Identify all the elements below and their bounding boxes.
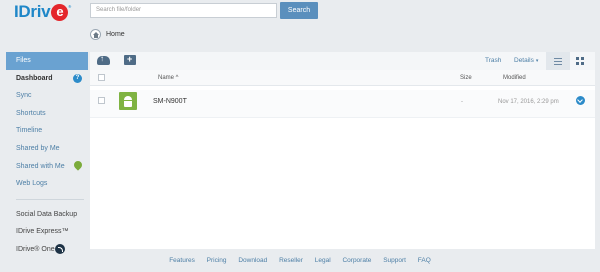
trash-link[interactable]: Trash	[485, 57, 501, 64]
logo-e-mark: e	[51, 4, 69, 21]
sidebar-item-idrive-express[interactable]: IDrive Express™	[6, 223, 88, 241]
sidebar-item-files[interactable]: Files	[6, 52, 88, 70]
column-name[interactable]: Name ^	[158, 75, 179, 81]
android-device-icon	[119, 92, 137, 110]
list-view-icon[interactable]	[546, 52, 570, 70]
footer-link-legal[interactable]: Legal	[315, 257, 331, 264]
sidebar-item-label: Files	[16, 57, 31, 64]
grid-cell	[576, 62, 579, 65]
sidebar-item-label: IDrive® One	[16, 245, 55, 253]
footer: Features Pricing Download Reseller Legal…	[0, 257, 600, 264]
rss-icon[interactable]	[55, 243, 65, 254]
column-size[interactable]: Size	[460, 75, 472, 81]
sidebar-item-label: Sync	[16, 92, 32, 100]
sidebar-item-label: Dashboard	[16, 74, 53, 82]
android-head	[124, 96, 132, 100]
sidebar-item-label: Shared with Me	[16, 162, 65, 170]
sidebar-item-label: Shared by Me	[16, 144, 60, 152]
grid-cell	[576, 57, 579, 60]
pin-icon	[72, 158, 84, 171]
footer-link-corporate[interactable]: Corporate	[342, 257, 371, 264]
sidebar-item-idrive-one[interactable]: IDrive® One	[6, 241, 88, 259]
sidebar-item-shortcuts[interactable]: Shortcuts	[6, 105, 88, 123]
chevron-down-icon: ▾	[535, 58, 539, 64]
sidebar-item-label: Timeline	[16, 127, 43, 135]
sidebar-item-shared-by-me[interactable]: Shared by Me	[6, 140, 88, 158]
details-label: Details	[514, 57, 534, 64]
file-size: -	[461, 99, 463, 105]
sidebar-item-label: IDrive Express™	[16, 228, 69, 236]
file-modified: Nov 17, 2016, 2:29 pm	[498, 99, 559, 105]
list-line	[554, 64, 562, 65]
search-button[interactable]: Search	[280, 2, 318, 19]
sidebar-item-sync[interactable]: Sync	[6, 87, 88, 105]
footer-link-support[interactable]: Support	[383, 257, 406, 264]
footer-link-reseller[interactable]: Reseller	[279, 257, 303, 264]
android-body	[124, 101, 132, 107]
list-line	[554, 61, 562, 62]
footer-link-faq[interactable]: FAQ	[418, 257, 431, 264]
grid-view-icon[interactable]	[576, 57, 584, 65]
sidebar-item-social-data-backup[interactable]: Social Data Backup	[6, 206, 88, 224]
logo-registered-mark: ®	[68, 4, 71, 9]
sidebar-item-timeline[interactable]: Timeline	[6, 122, 88, 140]
home-icon[interactable]	[90, 29, 101, 40]
search-input[interactable]: Search file/folder	[90, 3, 277, 18]
sidebar-item-dashboard[interactable]: Dashboard ?	[6, 70, 88, 88]
list-line	[554, 58, 562, 59]
idrive-logo[interactable]: IDriv e ®	[14, 2, 71, 22]
details-dropdown[interactable]: Details ▾	[514, 57, 538, 64]
sidebar-item-shared-with-me[interactable]: Shared with Me	[6, 158, 88, 176]
footer-link-features[interactable]: Features	[169, 257, 195, 264]
help-icon[interactable]: ?	[73, 73, 82, 83]
footer-link-download[interactable]: Download	[238, 257, 267, 264]
select-all-checkbox[interactable]	[98, 74, 105, 81]
upload-icon[interactable]	[97, 54, 110, 65]
row-checkbox[interactable]	[98, 97, 105, 104]
sidebar-item-label: Web Logs	[16, 180, 48, 188]
file-panel: Trash Details▾ Name ^ Size Modified SM-N…	[90, 52, 595, 249]
column-modified[interactable]: Modified	[503, 75, 526, 81]
breadcrumb-home[interactable]: Home	[106, 31, 125, 38]
table-header: Name ^ Size Modified	[90, 70, 595, 86]
file-name[interactable]: SM-N900T	[153, 98, 187, 105]
footer-link-pricing[interactable]: Pricing	[207, 257, 227, 264]
grid-cell	[581, 62, 584, 65]
sidebar-item-label: Social Data Backup	[16, 210, 78, 218]
sidebar: Files Dashboard ? Sync Shortcuts Timelin…	[6, 52, 88, 259]
sidebar-divider	[16, 198, 84, 200]
grid-cell	[581, 57, 584, 60]
sidebar-item-web-logs[interactable]: Web Logs	[6, 175, 88, 193]
new-folder-icon[interactable]	[124, 54, 136, 65]
sidebar-item-label: Shortcuts	[16, 109, 46, 117]
toolbar: Trash Details▾	[90, 52, 595, 70]
table-row[interactable]: SM-N900T - Nov 17, 2016, 2:29 pm	[90, 90, 595, 118]
row-actions-chevron-icon[interactable]	[576, 96, 585, 105]
logo-text: IDriv	[14, 2, 51, 21]
